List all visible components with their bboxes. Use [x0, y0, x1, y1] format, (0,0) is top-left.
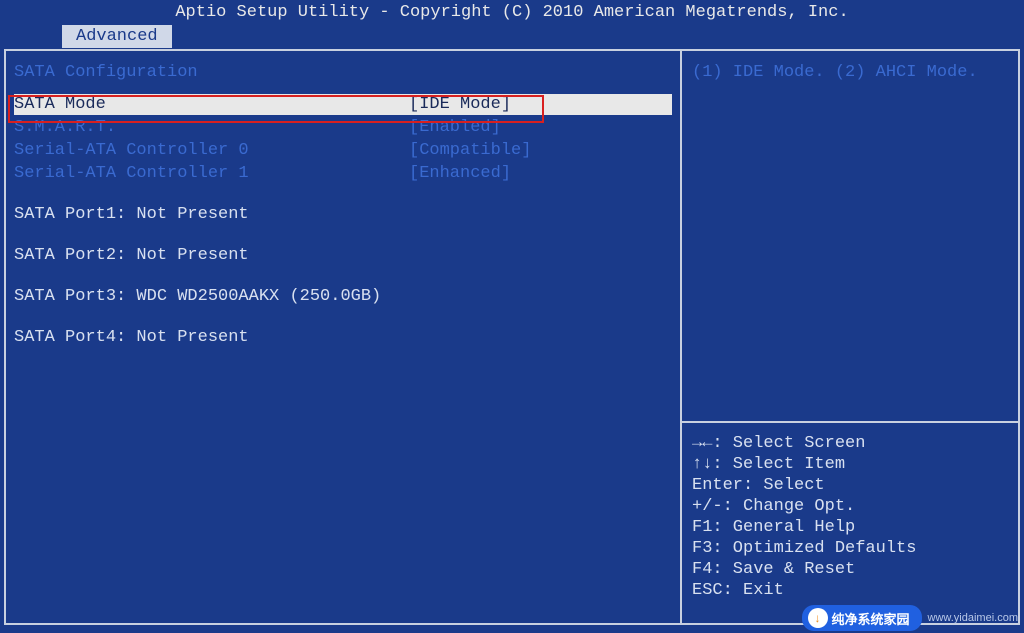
setting-value: [Compatible]: [409, 140, 531, 161]
nav-optimized-defaults: F3: Optimized Defaults: [692, 538, 1008, 559]
nav-general-help: F1: General Help: [692, 517, 1008, 538]
nav-save-reset: F4: Save & Reset: [692, 559, 1008, 580]
nav-exit: ESC: Exit: [692, 580, 1008, 601]
setting-smart[interactable]: S.M.A.R.T. [Enabled]: [14, 117, 672, 138]
setting-label: Serial-ATA Controller 0: [14, 140, 409, 161]
setting-label: Serial-ATA Controller 1: [14, 163, 409, 184]
nav-help: →←: Select Screen ↑↓: Select Item Enter:…: [682, 423, 1018, 623]
nav-select-screen: →←: Select Screen: [692, 433, 1008, 454]
watermark-text: 纯净系统家园: [832, 609, 910, 628]
download-icon: ↓: [808, 608, 828, 628]
right-panel: (1) IDE Mode. (2) AHCI Mode. →←: Select …: [682, 51, 1018, 623]
setting-value: [IDE Mode]: [409, 94, 511, 115]
section-title: SATA Configuration: [14, 63, 672, 82]
watermark-badge: ↓ 纯净系统家园: [802, 605, 922, 631]
setting-sata-controller-0[interactable]: Serial-ATA Controller 0 [Compatible]: [14, 140, 672, 161]
title-bar: Aptio Setup Utility - Copyright (C) 2010…: [0, 0, 1024, 25]
nav-select-item: ↑↓: Select Item: [692, 454, 1008, 475]
help-text: (1) IDE Mode. (2) AHCI Mode.: [682, 51, 1018, 423]
sata-port-1: SATA Port1: Not Present: [14, 204, 672, 225]
setting-value: [Enhanced]: [409, 163, 511, 184]
setting-label: S.M.A.R.T.: [14, 117, 409, 138]
setting-sata-controller-1[interactable]: Serial-ATA Controller 1 [Enhanced]: [14, 163, 672, 184]
setting-sata-mode[interactable]: SATA Mode [IDE Mode]: [14, 94, 672, 115]
sata-port-3: SATA Port3: WDC WD2500AAKX (250.0GB): [14, 286, 672, 307]
sata-port-2: SATA Port2: Not Present: [14, 245, 672, 266]
setting-label: SATA Mode: [14, 94, 409, 115]
nav-enter: Enter: Select: [692, 475, 1008, 496]
sata-port-4: SATA Port4: Not Present: [14, 327, 672, 348]
tab-row: Advanced: [0, 25, 1024, 49]
tab-advanced[interactable]: Advanced: [62, 25, 172, 48]
main-area: SATA Configuration SATA Mode [IDE Mode] …: [4, 49, 1020, 625]
left-panel: SATA Configuration SATA Mode [IDE Mode] …: [6, 51, 682, 623]
watermark: ↓ 纯净系统家园 www.yidaimei.com: [802, 605, 1018, 631]
nav-change-opt: +/-: Change Opt.: [692, 496, 1008, 517]
watermark-url: www.yidaimei.com: [928, 612, 1018, 624]
setting-value: [Enabled]: [409, 117, 501, 138]
